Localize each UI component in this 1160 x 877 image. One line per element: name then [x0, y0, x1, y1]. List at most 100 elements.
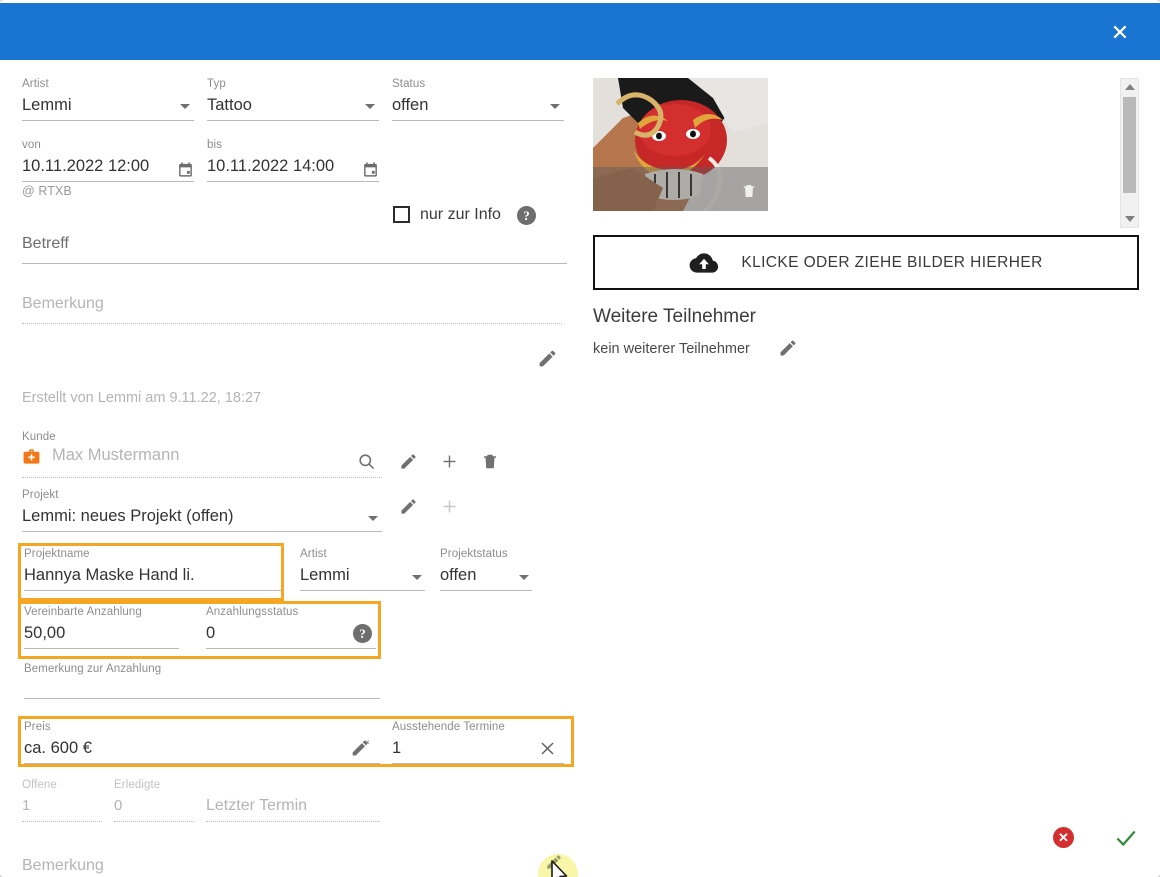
field-projektname[interactable]: Projektname Hannya Maske Hand li. [24, 548, 284, 591]
field-von[interactable]: von 10.11.2022 12:00 [22, 139, 194, 182]
field-offene-label: Offene [22, 779, 57, 791]
scrollbar-thumb[interactable] [1123, 97, 1136, 193]
field-erledigte-value: 0 [114, 792, 194, 822]
image-list-scrollbar[interactable] [1120, 78, 1139, 228]
field-anzahlungsstatus-label: Anzahlungsstatus [206, 606, 299, 618]
field-projekt-label: Projekt [22, 489, 59, 501]
field-bis-value: 10.11.2022 14:00 [207, 152, 379, 182]
field-projektstatus[interactable]: Projektstatus offen [440, 548, 532, 591]
location-value: @ RTXB [22, 184, 72, 198]
field-erledigte-label: Erledigte [114, 779, 161, 791]
field-typ-value: Tattoo [207, 91, 379, 121]
chevron-down-icon[interactable] [412, 575, 422, 580]
upload-cloud-icon [689, 251, 719, 275]
field-kunde-label: Kunde [22, 431, 56, 443]
field-typ[interactable]: Typ Tattoo [207, 78, 379, 121]
edit-icon[interactable] [399, 497, 418, 516]
participants-title: Weitere Teilnehmer [593, 306, 756, 327]
right-column: KLICKE ODER ZIEHE BILDER HIERHER Weitere… [580, 60, 1160, 877]
image-thumbnail[interactable] [593, 78, 768, 211]
chevron-down-icon[interactable] [365, 104, 375, 109]
field-von-value: 10.11.2022 12:00 [22, 152, 194, 182]
field-kunde[interactable]: Kunde Max Mustermann [22, 431, 382, 478]
delete-icon[interactable] [741, 182, 757, 200]
chevron-down-icon[interactable] [368, 516, 378, 521]
field-projekt-artist[interactable]: Artist Lemmi [300, 548, 425, 591]
left-column: Artist Lemmi Typ Tattoo Status offen von… [0, 60, 580, 877]
image-dropzone[interactable]: KLICKE ODER ZIEHE BILDER HIERHER [593, 235, 1139, 290]
edit-icon[interactable] [399, 452, 418, 471]
calendar-icon[interactable] [362, 161, 379, 178]
edit-icon[interactable] [545, 853, 563, 871]
edit-icon[interactable] [537, 348, 558, 369]
edit-clear-icon[interactable]: x [350, 738, 372, 758]
edit-icon[interactable] [778, 338, 798, 358]
field-betreff-placeholder: Betreff [22, 230, 567, 264]
chevron-down-icon[interactable] [180, 104, 190, 109]
field-preis-label: Preis [24, 721, 51, 733]
created-note-top: Erstellt von Lemmi am 9.11.22, 18:27 [22, 390, 261, 406]
field-projekt-artist-value: Lemmi [300, 561, 425, 591]
field-vereinbarte-anzahlung-value: 50,00 [24, 619, 179, 649]
image-dropzone-label: KLICKE ODER ZIEHE BILDER HIERHER [741, 253, 1043, 271]
field-anzahlungsstatus[interactable]: Anzahlungsstatus 0 [206, 606, 376, 649]
add-icon[interactable] [440, 452, 459, 471]
field-preis-value: ca. 600 € [24, 734, 380, 764]
dialog-titlebar: ✕ [0, 3, 1160, 60]
field-status[interactable]: Status offen [392, 78, 564, 121]
help-icon[interactable]: ? [353, 624, 372, 643]
field-artist-label: Artist [22, 78, 49, 90]
field-bemerkung-anzahlung[interactable]: Bemerkung zur Anzahlung [24, 663, 380, 699]
dialog-content: Artist Lemmi Typ Tattoo Status offen von… [0, 60, 1160, 877]
field-bis[interactable]: bis 10.11.2022 14:00 [207, 139, 379, 182]
field-projektname-label: Projektname [24, 548, 90, 560]
field-status-value: offen [392, 91, 564, 121]
confirm-button[interactable] [1113, 825, 1139, 856]
appointment-dialog: ✕ Artist Lemmi Typ Tattoo Status offen v… [0, 0, 1160, 877]
field-status-label: Status [392, 78, 426, 90]
field-bemerkung-top[interactable]: Bemerkung [22, 290, 562, 324]
field-artist[interactable]: Artist Lemmi [22, 78, 194, 121]
created-note-top-text: Erstellt von Lemmi am 9.11.22, 18:27 [22, 390, 262, 406]
field-bis-label: bis [207, 139, 223, 151]
customer-badge-icon [22, 447, 41, 466]
close-icon[interactable] [538, 739, 557, 758]
calendar-icon[interactable] [177, 161, 194, 178]
close-icon[interactable]: ✕ [1108, 21, 1132, 45]
field-typ-label: Typ [207, 78, 226, 90]
field-projekt-value: Lemmi: neues Projekt (offen) [22, 502, 382, 532]
field-projekt[interactable]: Projekt Lemmi: neues Projekt (offen) [22, 489, 382, 532]
field-artist-value: Lemmi [22, 91, 194, 121]
field-vereinbarte-anzahlung[interactable]: Vereinbarte Anzahlung 50,00 [24, 606, 179, 649]
delete-icon[interactable] [481, 452, 499, 471]
checkbox-nur-zur-info[interactable] [393, 206, 410, 223]
checkbox-nur-zur-info-label: nur zur Info [420, 206, 501, 223]
field-betreff[interactable]: Betreff [22, 230, 567, 264]
field-preis[interactable]: Preis ca. 600 € [24, 721, 380, 764]
scroll-up-icon[interactable] [1125, 84, 1135, 90]
chevron-down-icon[interactable] [550, 104, 560, 109]
field-kunde-placeholder: Max Mustermann [52, 446, 180, 464]
field-letzter-termin: Letzter Termin [206, 779, 380, 822]
field-vereinbarte-anzahlung-label: Vereinbarte Anzahlung [24, 606, 142, 618]
svg-text:x: x [366, 739, 370, 746]
field-bemerkung-bottom-placeholder: Bemerkung [22, 852, 570, 877]
field-ausstehende-termine-label: Ausstehende Termine [392, 721, 505, 733]
field-bemerkung-anzahlung-label: Bemerkung zur Anzahlung [24, 663, 162, 675]
scroll-down-icon[interactable] [1125, 216, 1135, 222]
field-erledigte: Erledigte 0 [114, 779, 194, 822]
field-bemerkung-bottom[interactable]: Bemerkung [22, 852, 570, 877]
field-projektname-value: Hannya Maske Hand li. [24, 561, 284, 591]
help-icon[interactable]: ? [517, 206, 536, 225]
field-anzahlungsstatus-value: 0 [206, 619, 376, 649]
field-von-label: von [22, 139, 41, 151]
field-projekt-artist-label: Artist [300, 548, 327, 560]
search-icon[interactable] [357, 452, 376, 471]
cancel-button[interactable]: ✕ [1053, 827, 1074, 848]
chevron-down-icon[interactable] [519, 575, 529, 580]
check-icon [1116, 830, 1136, 847]
participants-value: kein weiterer Teilnehmer [593, 341, 750, 357]
field-offene: Offene 1 [22, 779, 102, 822]
cancel-icon: ✕ [1058, 830, 1069, 845]
add-icon[interactable] [440, 497, 459, 516]
